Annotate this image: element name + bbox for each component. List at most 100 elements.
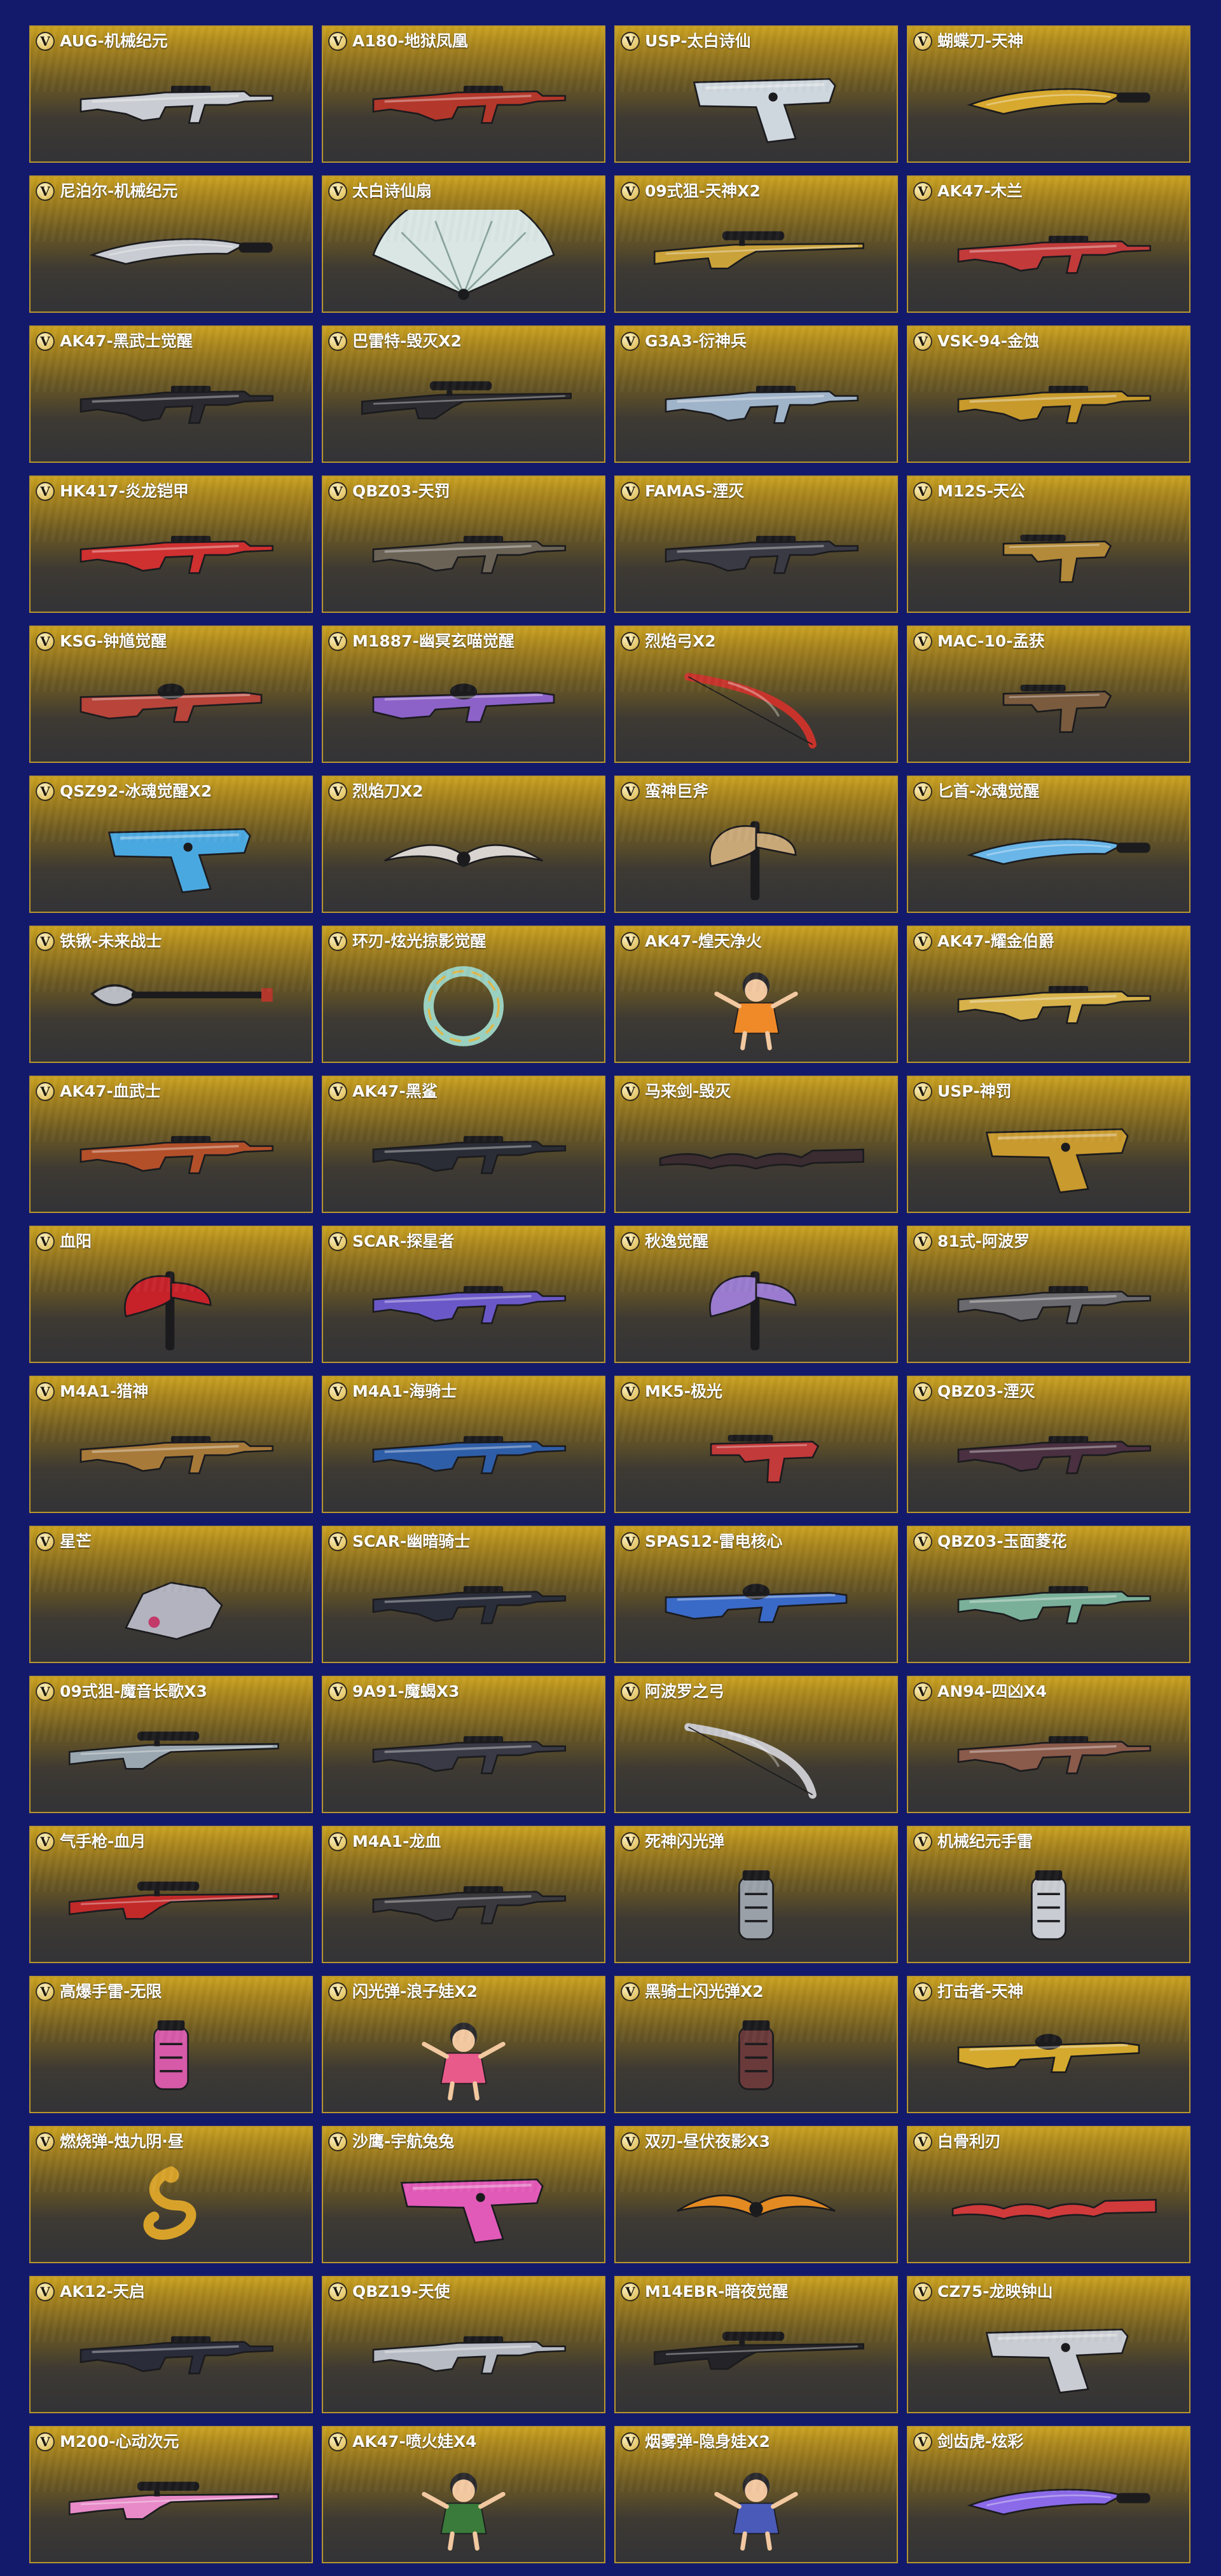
weapon-image: [627, 2460, 885, 2551]
weapon-card[interactable]: V 双刃-昼伏夜影X3: [614, 2126, 898, 2263]
weapon-card[interactable]: V 秋逸觉醒: [614, 1226, 898, 1363]
v-badge-icon: V: [328, 2282, 347, 2301]
v-badge-icon: V: [913, 1682, 932, 1701]
weapon-card[interactable]: V 血阳: [29, 1226, 313, 1363]
v-badge-icon: V: [913, 1832, 932, 1851]
v-badge-icon: V: [913, 932, 932, 951]
weapon-card[interactable]: V 巴雷特-毁灭X2: [322, 325, 605, 463]
weapon-name: M12S-天公: [937, 482, 1026, 500]
weapon-card[interactable]: V AK12-天启: [29, 2276, 313, 2413]
v-badge-icon: V: [36, 2132, 55, 2151]
weapon-card[interactable]: V AK47-喷火娃X4: [322, 2426, 605, 2563]
weapon-card[interactable]: V 烟雾弹-隐身娃X2: [614, 2426, 898, 2563]
weapon-card[interactable]: V 铁锹-未来战士: [29, 926, 313, 1063]
v-badge-icon: V: [36, 32, 55, 51]
v-badge-icon: V: [36, 1682, 55, 1701]
weapon-card[interactable]: V M200-心动次元: [29, 2426, 313, 2563]
weapon-card[interactable]: V 高爆手雷-无限: [29, 1976, 313, 2113]
weapon-card[interactable]: V 尼泊尔-机械纪元: [29, 175, 313, 313]
weapon-card[interactable]: V 蝴蝶刀-天神: [907, 25, 1190, 163]
weapon-card[interactable]: V 机械纪元手雷: [907, 1826, 1190, 1963]
weapon-name: 烈焰弓X2: [645, 632, 716, 650]
weapon-card[interactable]: V MAC-10-孟获: [907, 626, 1190, 763]
weapon-card[interactable]: V A180-地狱凤凰: [322, 25, 605, 163]
weapon-card[interactable]: V M4A1-猎神: [29, 1376, 313, 1513]
weapon-image: [920, 1410, 1178, 1500]
weapon-card[interactable]: V AK47-黑鲨: [322, 1076, 605, 1213]
weapon-card[interactable]: V KSG-钟馗觉醒: [29, 626, 313, 763]
weapon-card[interactable]: V SCAR-探星者: [322, 1226, 605, 1363]
weapon-card[interactable]: V QSZ92-冰魂觉醒X2: [29, 776, 313, 913]
weapon-image: [42, 2010, 300, 2100]
weapon-card[interactable]: V QBZ03-天罚: [322, 476, 605, 613]
weapon-card[interactable]: V M4A1-海骑士: [322, 1376, 605, 1513]
weapon-card[interactable]: V AUG-机械纪元: [29, 25, 313, 163]
v-badge-icon: V: [913, 1982, 932, 2001]
weapon-card[interactable]: V 闪光弹-浪子娃X2: [322, 1976, 605, 2113]
weapon-card[interactable]: V 09式狙-魔音长歌X3: [29, 1676, 313, 1813]
weapon-card[interactable]: V 环刃-炫光掠影觉醒: [322, 926, 605, 1063]
weapon-name: AK47-木兰: [937, 182, 1023, 200]
weapon-card[interactable]: V FAMAS-湮灭: [614, 476, 898, 613]
weapon-card[interactable]: V 打击者-天神: [907, 1976, 1190, 2113]
weapon-card[interactable]: V 死神闪光弹: [614, 1826, 898, 1963]
weapon-card[interactable]: V 9A91-魔蝎X3: [322, 1676, 605, 1813]
weapon-card[interactable]: V VSK-94-金蚀: [907, 325, 1190, 463]
weapon-card[interactable]: V AK47-血武士: [29, 1076, 313, 1213]
weapon-card[interactable]: V 阿波罗之弓: [614, 1676, 898, 1813]
weapon-name: 黑骑士闪光弹X2: [645, 1982, 764, 2001]
weapon-card[interactable]: V SCAR-幽暗骑士: [322, 1526, 605, 1663]
weapon-card[interactable]: V 气手枪-血月: [29, 1826, 313, 1963]
weapon-card[interactable]: V G3A3-衍神兵: [614, 325, 898, 463]
weapon-card[interactable]: V M14EBR-暗夜觉醒: [614, 2276, 898, 2413]
weapon-card[interactable]: V AK47-煌天净火: [614, 926, 898, 1063]
weapon-card[interactable]: V 黑骑士闪光弹X2: [614, 1976, 898, 2113]
weapon-card[interactable]: V 太白诗仙扇: [322, 175, 605, 313]
v-badge-icon: V: [913, 782, 932, 801]
v-badge-icon: V: [328, 1982, 347, 2001]
weapon-card[interactable]: V AN94-四凶X4: [907, 1676, 1190, 1813]
weapon-card[interactable]: V USP-神罚: [907, 1076, 1190, 1213]
weapon-image: [627, 810, 885, 900]
weapon-card[interactable]: V USP-太白诗仙: [614, 25, 898, 163]
weapon-card[interactable]: V 白骨利刃: [907, 2126, 1190, 2263]
weapon-image: [42, 2310, 300, 2401]
weapon-card[interactable]: V 烈焰刀X2: [322, 776, 605, 913]
v-badge-icon: V: [621, 332, 640, 351]
weapon-card[interactable]: V M12S-天公: [907, 476, 1190, 613]
weapon-card[interactable]: V 星芒: [29, 1526, 313, 1663]
weapon-card[interactable]: V 09式狙-天神X2: [614, 175, 898, 313]
weapon-image: [335, 1260, 593, 1350]
weapon-card[interactable]: V 匕首-冰魂觉醒: [907, 776, 1190, 913]
weapon-name: AK47-黑鲨: [352, 1082, 438, 1100]
weapon-card[interactable]: V 81式-阿波罗: [907, 1226, 1190, 1363]
weapon-card[interactable]: V AK47-木兰: [907, 175, 1190, 313]
weapon-card[interactable]: V QBZ19-天使: [322, 2276, 605, 2413]
weapon-card[interactable]: V CZ75-龙映钟山: [907, 2276, 1190, 2413]
weapon-card[interactable]: V AK47-黑武士觉醒: [29, 325, 313, 463]
weapon-image: [627, 1410, 885, 1500]
weapon-image: [627, 1860, 885, 1950]
weapon-card[interactable]: V M4A1-龙血: [322, 1826, 605, 1963]
weapon-image: [627, 660, 885, 750]
weapon-card[interactable]: V 燃烧弹-烛九阴·昼: [29, 2126, 313, 2263]
weapon-card[interactable]: V M1887-幽冥玄喵觉醒: [322, 626, 605, 763]
weapon-name: SPAS12-雷电核心: [645, 1532, 783, 1551]
weapon-image: [920, 1860, 1178, 1950]
weapon-card[interactable]: V MK5-极光: [614, 1376, 898, 1513]
weapon-card[interactable]: V HK417-炎龙铠甲: [29, 476, 313, 613]
weapon-card[interactable]: V SPAS12-雷电核心: [614, 1526, 898, 1663]
weapon-name: QBZ03-湮灭: [937, 1382, 1035, 1401]
weapon-card[interactable]: V 马来剑-毁灭: [614, 1076, 898, 1213]
weapon-card[interactable]: V QBZ03-玉面菱花: [907, 1526, 1190, 1663]
weapon-name: HK417-炎龙铠甲: [60, 482, 189, 500]
weapon-card[interactable]: V AK47-耀金伯爵: [907, 926, 1190, 1063]
weapon-card[interactable]: V QBZ03-湮灭: [907, 1376, 1190, 1513]
weapon-card[interactable]: V 烈焰弓X2: [614, 626, 898, 763]
v-badge-icon: V: [913, 1382, 932, 1401]
weapon-card[interactable]: V 剑齿虎-炫彩: [907, 2426, 1190, 2563]
v-badge-icon: V: [621, 632, 640, 651]
weapon-name: 死神闪光弹: [645, 1832, 725, 1851]
weapon-card[interactable]: V 蛮神巨斧: [614, 776, 898, 913]
weapon-card[interactable]: V 沙鹰-宇航兔兔: [322, 2126, 605, 2263]
